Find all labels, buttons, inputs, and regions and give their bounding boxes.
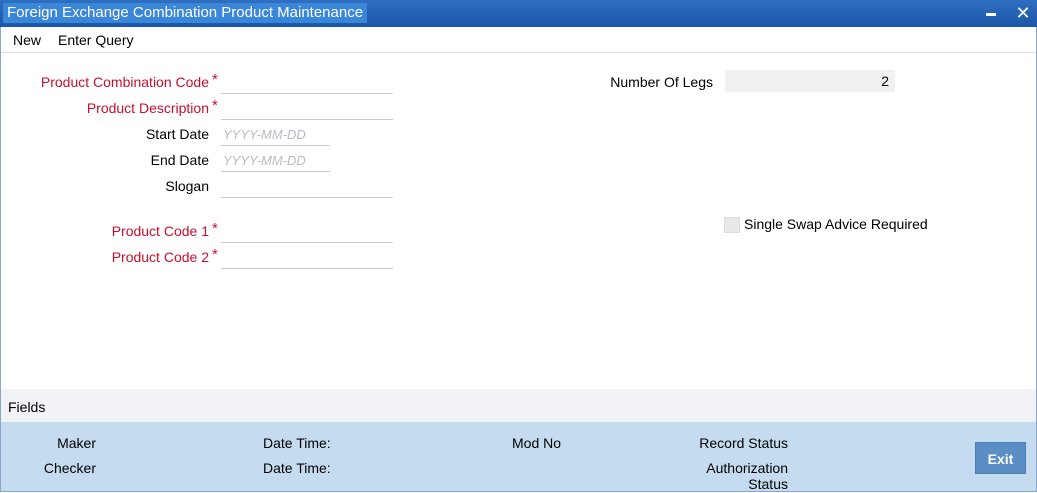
number-of-legs-value: 2 [725, 70, 895, 92]
single-swap-advice-label: Single Swap Advice Required [744, 216, 928, 232]
exit-button[interactable]: Exit [975, 442, 1026, 474]
menu-new[interactable]: New [13, 32, 41, 48]
start-date-input[interactable] [221, 123, 330, 146]
product-description-label: Product Description [86, 100, 209, 116]
slogan-input[interactable] [221, 175, 393, 198]
window-title: Foreign Exchange Combination Product Mai… [3, 3, 368, 23]
fields-section[interactable]: Fields [1, 389, 1036, 422]
required-marker: * [212, 220, 218, 237]
checker-label: Checker [43, 460, 96, 476]
required-marker: * [212, 97, 218, 114]
required-marker: * [212, 246, 218, 263]
single-swap-advice-checkbox[interactable] [724, 217, 740, 233]
record-status-label: Record Status [699, 435, 788, 451]
checker-date-time-label: Date Time: [263, 460, 331, 476]
required-marker: * [212, 71, 218, 88]
product-code-1-label: Product Code 1 [111, 223, 209, 239]
audit-footer: Maker Checker Date Time: Date Time: Mod … [1, 422, 1036, 492]
menu-bar: New Enter Query [1, 27, 1036, 53]
product-description-input[interactable] [221, 97, 393, 120]
number-of-legs-label: Number Of Legs [610, 74, 713, 90]
product-combination-code-input[interactable] [221, 71, 393, 94]
end-date-label: End Date [150, 152, 209, 168]
menu-enter-query[interactable]: Enter Query [58, 32, 133, 48]
minimize-icon[interactable] [980, 2, 1002, 24]
close-icon[interactable]: ✕ [1012, 2, 1034, 24]
mod-no-label: Mod No [512, 435, 562, 451]
authorization-status-label: Status [748, 476, 788, 492]
maker-label: Maker [57, 435, 96, 451]
product-code-1-input[interactable] [221, 220, 393, 243]
authorization-label: Authorization [706, 460, 788, 476]
start-date-label: Start Date [145, 126, 209, 142]
title-bar: Foreign Exchange Combination Product Mai… [0, 0, 1037, 27]
product-code-2-label: Product Code 2 [111, 249, 209, 265]
slogan-label: Slogan [165, 178, 209, 194]
maker-date-time-label: Date Time: [263, 435, 331, 451]
fields-label: Fields [8, 399, 46, 415]
end-date-input[interactable] [221, 149, 330, 172]
product-combination-code-label: Product Combination Code [40, 74, 209, 90]
product-code-2-input[interactable] [221, 246, 393, 269]
